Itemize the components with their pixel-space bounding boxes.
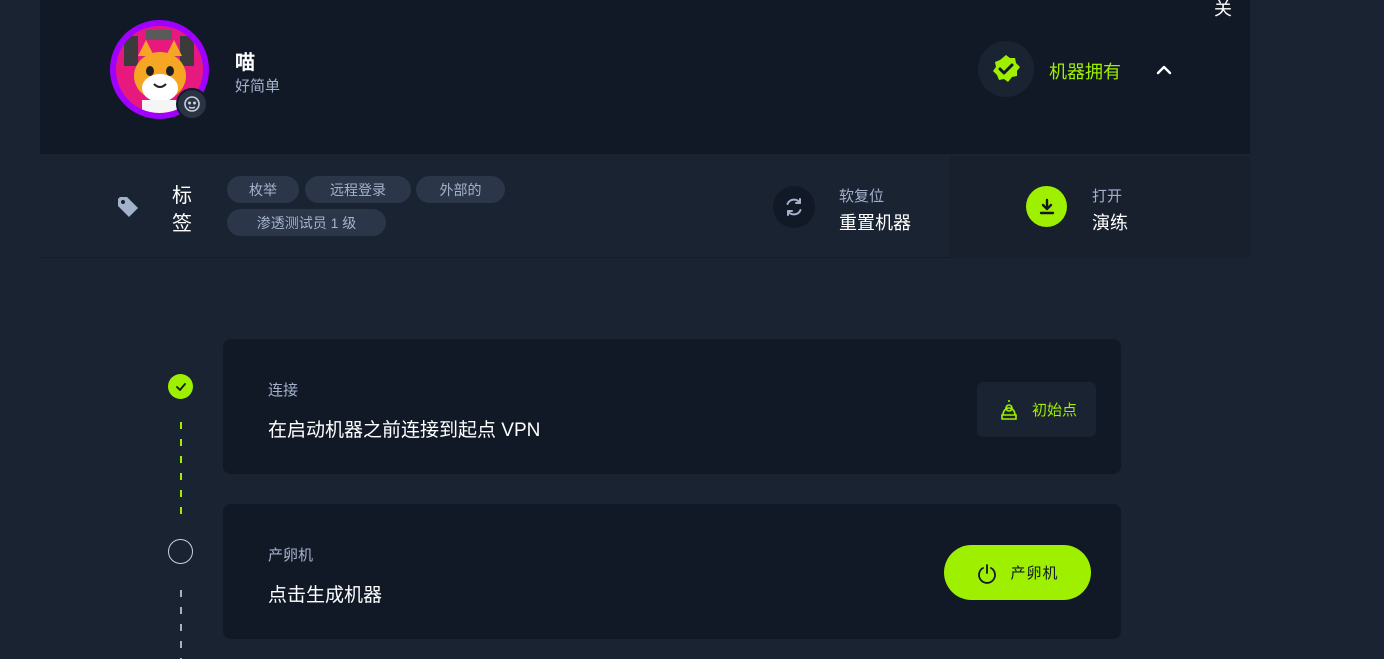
reset-subtitle: 软复位 <box>839 188 885 205</box>
timeline-connector <box>180 590 182 659</box>
owned-label: 机器拥有 <box>1049 62 1121 82</box>
step-text: 在启动机器之前连接到起点 VPN <box>268 420 541 441</box>
step-text: 点击生成机器 <box>268 585 383 606</box>
tag-chip[interactable]: 渗透测试员 1 级 <box>227 209 386 236</box>
spawn-label: 产卵机 <box>1010 565 1059 582</box>
tag-chip[interactable]: 枚举 <box>227 176 299 203</box>
check-icon <box>175 382 186 391</box>
owned-badge <box>978 41 1034 97</box>
spawn-machine-button[interactable]: 产卵机 <box>944 545 1091 600</box>
tag-chip[interactable]: 外部的 <box>416 176 505 203</box>
step-subtitle: 连接 <box>268 382 299 399</box>
tag-icon <box>118 197 138 217</box>
corner-text: 关 <box>1214 0 1232 19</box>
walkthrough-box <box>950 156 1250 258</box>
step-done-indicator <box>168 374 193 399</box>
timeline-connector <box>180 422 182 514</box>
avatar-badge-icon <box>176 88 208 120</box>
reset-label[interactable]: 重置机器 <box>839 209 911 235</box>
machine-name: 喵 <box>235 52 255 74</box>
walkthrough-label[interactable]: 演练 <box>1092 209 1128 235</box>
verified-check-icon <box>993 55 1020 82</box>
tags-title: 标 签 <box>172 185 192 235</box>
starting-point-label: 初始点 <box>1031 402 1077 419</box>
starting-point-button[interactable]: 初始点 <box>977 382 1096 437</box>
refresh-icon <box>786 198 802 216</box>
step-pending-indicator <box>168 539 193 564</box>
starting-point-icon <box>1001 399 1017 420</box>
step-card-connect: 连接 在启动机器之前连接到起点 VPN 初始点 <box>223 339 1121 474</box>
walkthrough-subtitle: 打开 <box>1092 188 1123 205</box>
download-icon <box>1039 198 1054 214</box>
step-card-spawn: 产卵机 点击生成机器 产卵机 <box>223 504 1121 639</box>
power-icon <box>978 563 997 584</box>
walkthrough-button[interactable] <box>1026 186 1067 227</box>
step-subtitle: 产卵机 <box>268 547 314 564</box>
tag-chip[interactable]: 远程登录 <box>305 176 411 203</box>
machine-difficulty: 好简单 <box>235 78 281 95</box>
reset-button[interactable] <box>773 186 815 228</box>
chevron-up-icon[interactable] <box>1154 60 1174 80</box>
